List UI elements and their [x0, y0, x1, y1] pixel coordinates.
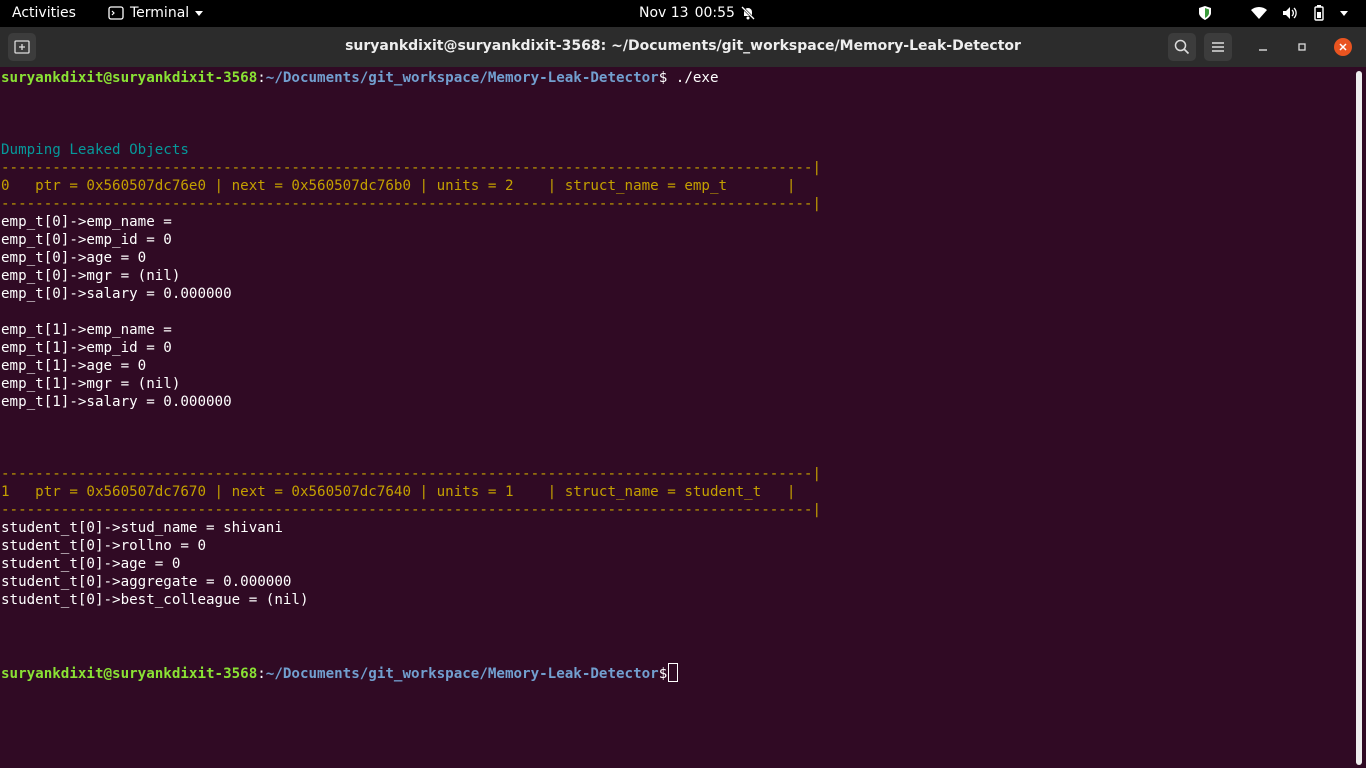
output-line: student_t[0]->age = 0 — [1, 556, 181, 572]
minimize-button[interactable] — [1254, 38, 1272, 56]
text-cursor — [668, 663, 679, 682]
app-menu[interactable]: Terminal — [108, 5, 204, 21]
output-line: emp_t[0]->emp_id = 0 — [1, 232, 172, 248]
output-line: emp_t[0]->age = 0 — [1, 250, 147, 266]
output-line: student_t[0]->best_colleague = (nil) — [1, 592, 309, 608]
output-line: emp_t[0]->emp_name = — [1, 214, 172, 230]
prompt-path: ~/Documents/git_workspace/Memory-Leak-De… — [265, 70, 659, 86]
activities-button[interactable]: Activities — [12, 5, 76, 21]
output-line: emp_t[1]->mgr = (nil) — [1, 376, 181, 392]
output-line: student_t[0]->stud_name = shivani — [1, 520, 283, 536]
divider-line: ----------------------------------------… — [1, 196, 821, 212]
output-line: emp_t[1]->age = 0 — [1, 358, 147, 374]
window-title: suryankdixit@suryankdixit-3568: ~/Docume… — [345, 38, 1021, 54]
command-line: suryankdixit@suryankdixit-3568:~/Documen… — [1, 70, 719, 86]
clock-date: Nov 13 — [639, 5, 689, 21]
output-line: emp_t[1]->emp_name = — [1, 322, 172, 338]
prompt-sign: $ — [658, 70, 668, 86]
prompt-user-host: suryankdixit@suryankdixit-3568 — [1, 666, 258, 682]
window-titlebar: suryankdixit@suryankdixit-3568: ~/Docume… — [0, 27, 1366, 67]
search-button[interactable] — [1168, 33, 1196, 61]
system-tray[interactable] — [1198, 5, 1348, 21]
search-icon — [1174, 39, 1190, 55]
record-header: 0 ptr = 0x560507dc76e0 | next = 0x560507… — [1, 178, 796, 194]
top-bar: Activities Terminal Nov 13 00:55 — [0, 0, 1366, 27]
output-line: student_t[0]->aggregate = 0.000000 — [1, 574, 292, 590]
hamburger-icon — [1212, 42, 1224, 52]
output-line: emp_t[1]->salary = 0.000000 — [1, 394, 232, 410]
command-text: ./exe — [667, 70, 719, 86]
divider-line: ----------------------------------------… — [1, 160, 821, 176]
terminal-output[interactable]: suryankdixit@suryankdixit-3568:~/Documen… — [0, 67, 1352, 768]
scrollbar[interactable] — [1356, 71, 1362, 765]
chevron-down-icon — [195, 10, 204, 16]
prompt-path: ~/Documents/git_workspace/Memory-Leak-De… — [265, 666, 659, 682]
divider-line: ----------------------------------------… — [1, 502, 821, 518]
notifications-off-icon — [741, 6, 755, 20]
system-menu-chevron-icon — [1340, 10, 1348, 16]
output-line: emp_t[0]->salary = 0.000000 — [1, 286, 232, 302]
volume-icon — [1283, 7, 1297, 19]
clock-time: 00:55 — [694, 5, 735, 21]
menu-button[interactable] — [1204, 33, 1232, 61]
output-heading: Dumping Leaked Objects — [1, 142, 189, 158]
minimize-icon — [1259, 49, 1267, 51]
prompt-sign: $ — [658, 666, 668, 682]
record-header: 1 ptr = 0x560507dc7670 | next = 0x560507… — [1, 484, 796, 500]
close-icon — [1339, 43, 1347, 51]
close-button[interactable] — [1334, 38, 1352, 56]
app-name: Terminal — [130, 5, 190, 21]
maximize-button[interactable] — [1293, 38, 1311, 56]
output-line: student_t[0]->rollno = 0 — [1, 538, 206, 554]
prompt-line[interactable]: suryankdixit@suryankdixit-3568:~/Documen… — [1, 663, 679, 682]
maximize-icon — [1298, 43, 1306, 51]
wifi-icon — [1251, 6, 1267, 19]
shield-icon — [1199, 6, 1211, 20]
battery-icon — [1314, 5, 1324, 21]
divider-line: ----------------------------------------… — [1, 466, 821, 482]
clock[interactable]: Nov 13 00:55 — [639, 5, 755, 21]
output-line: emp_t[1]->emp_id = 0 — [1, 340, 172, 356]
output-line: emp_t[0]->mgr = (nil) — [1, 268, 181, 284]
prompt-user-host: suryankdixit@suryankdixit-3568 — [1, 70, 258, 86]
terminal-icon — [108, 6, 124, 20]
